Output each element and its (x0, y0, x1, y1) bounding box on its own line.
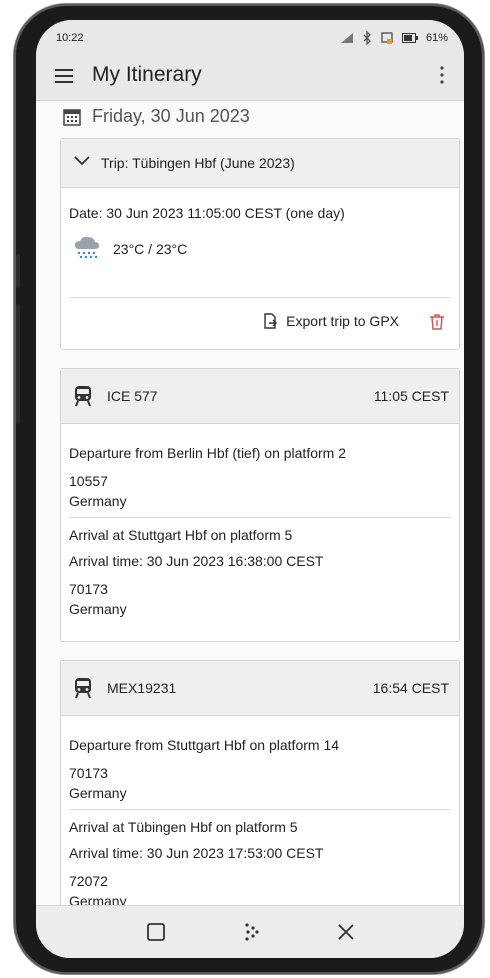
departure-time: 11:05 CEST (373, 388, 449, 404)
status-bar: 10:22 61% (36, 20, 464, 54)
leg-card-mex19231[interactable]: MEX19231 16:54 CEST Departure from Stutt… (60, 660, 460, 906)
signal-icon (340, 33, 353, 43)
train-number: ICE 577 (107, 388, 158, 404)
hamburger-menu-icon[interactable] (54, 66, 74, 86)
arrival-postcode: 70173 (69, 581, 108, 597)
battery-icon (401, 33, 418, 43)
status-time: 10:22 (56, 32, 84, 44)
arrival-time: Arrival time: 30 Jun 2023 16:38:00 CEST (69, 553, 324, 569)
departure-postcode: 70173 (69, 765, 108, 781)
trip-date: Date: 30 Jun 2023 11:05:00 CEST (one day… (69, 205, 345, 221)
app-bar: My Itinerary (36, 54, 464, 101)
leg-header: ICE 577 11:05 CEST (61, 369, 459, 424)
battery-percent: 61% (425, 32, 448, 44)
itinerary-list[interactable]: Friday, 30 Jun 2023 Trip: Tübingen Hbf (… (36, 100, 464, 906)
departure-station: Departure from Stuttgart Hbf on platform… (69, 737, 340, 753)
departure-time: 16:54 CEST (372, 680, 449, 696)
departure-station: Departure from Berlin Hbf (tief) on plat… (69, 445, 346, 461)
home-icon[interactable] (238, 920, 262, 944)
export-file-icon (264, 313, 278, 329)
recent-apps-icon[interactable] (144, 920, 168, 944)
page-title: My Itinerary (92, 63, 202, 86)
close-icon[interactable] (334, 920, 358, 944)
chevron-down-icon[interactable] (73, 155, 91, 167)
trash-icon[interactable] (429, 313, 445, 331)
divider (69, 297, 451, 298)
volume-button (16, 254, 20, 288)
leg-header: MEX19231 16:54 CEST (61, 661, 459, 716)
departure-postcode: 10557 (69, 473, 108, 489)
notification-icon (381, 32, 393, 44)
trip-weather: 23°C / 23°C (113, 241, 188, 257)
trip-header[interactable]: Trip: Tübingen Hbf (June 2023) (61, 139, 459, 188)
more-vert-icon[interactable] (434, 62, 450, 88)
departure-country: Germany (69, 493, 127, 509)
arrival-station: Arrival at Stuttgart Hbf on platform 5 (69, 527, 293, 543)
train-icon (75, 678, 91, 699)
leg-card-ice577[interactable]: ICE 577 11:05 CEST Departure from Berlin… (60, 368, 460, 642)
status-icons: 61% (340, 31, 448, 45)
bluetooth-icon (363, 31, 371, 45)
divider (69, 517, 451, 518)
train-number: MEX19231 (107, 680, 177, 696)
rain-cloud-icon (75, 236, 99, 259)
divider (69, 809, 451, 810)
export-label: Export trip to GPX (286, 313, 399, 329)
arrival-station: Arrival at Tübingen Hbf on platform 5 (69, 819, 298, 835)
trip-card: Trip: Tübingen Hbf (June 2023) Date: 30 … (60, 138, 460, 350)
departure-country: Germany (69, 785, 127, 801)
calendar-icon (63, 108, 81, 126)
screen: 10:22 61% My Itinerary Friday, 30 Jun 20… (36, 20, 464, 958)
day-header: Friday, 30 Jun 2023 (62, 106, 250, 127)
arrival-postcode: 72072 (69, 873, 108, 889)
export-gpx-button[interactable]: Export trip to GPX (262, 313, 399, 329)
trip-title: Trip: Tübingen Hbf (June 2023) (101, 155, 295, 171)
system-nav-bar (36, 905, 464, 958)
arrival-time: Arrival time: 30 Jun 2023 17:53:00 CEST (69, 845, 324, 861)
day-label: Friday, 30 Jun 2023 (92, 106, 250, 126)
train-icon (75, 386, 91, 407)
side-button (16, 304, 20, 424)
arrival-country: Germany (69, 601, 127, 617)
